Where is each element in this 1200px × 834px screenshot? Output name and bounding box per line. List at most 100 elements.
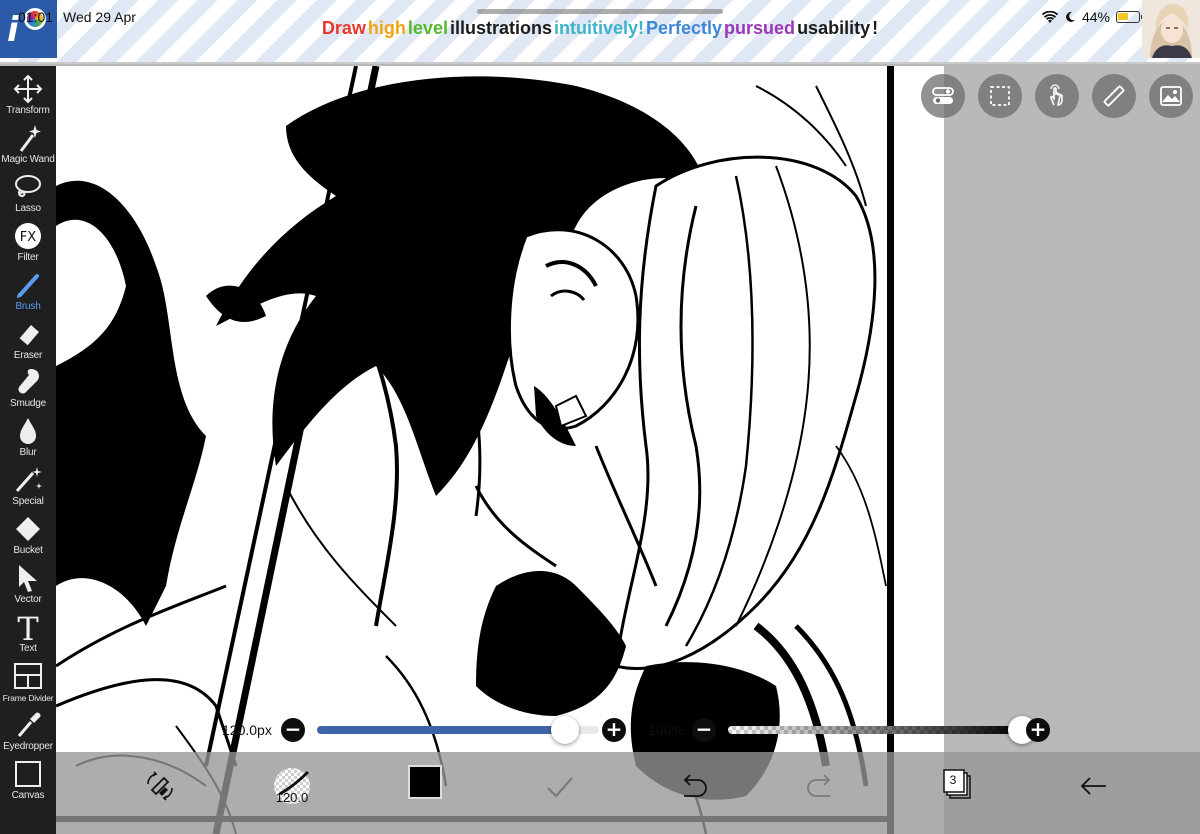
tool-blur[interactable]: Blur	[0, 414, 56, 463]
banner-slogan: Draw high level illustrations intuitively! Pe…	[0, 18, 1200, 39]
tool-label: Frame Divider	[2, 692, 54, 703]
tool-label: Special	[12, 496, 44, 508]
slogan-word: high	[367, 18, 406, 38]
layers-count: 3	[949, 773, 957, 787]
current-color-swatch[interactable]	[408, 765, 442, 799]
slogan-word: !	[872, 18, 879, 38]
tool-label: Blur	[19, 447, 37, 459]
size-decrease-button[interactable]: −	[281, 718, 305, 742]
moon-icon	[1066, 11, 1075, 22]
bucket-icon	[11, 514, 45, 544]
hand-touch-icon	[1050, 84, 1063, 106]
tool-text[interactable]: T Text	[0, 610, 56, 659]
canvas-outside-area	[944, 66, 1200, 752]
svg-text:T: T	[17, 612, 39, 642]
lasso-icon	[11, 172, 45, 202]
opacity-value: 100%	[648, 722, 684, 738]
toggle-icon	[932, 87, 954, 104]
tool-transform[interactable]: Transform	[0, 72, 56, 121]
smudge-icon	[11, 367, 45, 397]
move-arrows-icon	[11, 74, 45, 104]
home-indicator	[477, 9, 723, 14]
check-icon	[547, 777, 573, 798]
ibispaint-app: i 01:01 Wed 29 Apr Draw high level illustra…	[0, 0, 1200, 834]
undo-icon	[683, 774, 707, 797]
tool-label: Eyedropper	[3, 740, 53, 752]
tool-brush[interactable]: Brush	[0, 268, 56, 317]
canvas-icon	[11, 759, 45, 789]
slogan-word: usability	[797, 18, 871, 38]
selection-button[interactable]	[978, 74, 1022, 118]
droplet-icon	[11, 416, 45, 446]
tool-label: Vector	[14, 594, 42, 605]
tool-label: Eraser	[13, 349, 43, 361]
ruler-button[interactable]	[1092, 74, 1136, 118]
tool-label: Lasso	[15, 202, 41, 214]
tool-frame-divider[interactable]: Frame Divider	[0, 659, 56, 708]
tool-label: Brush	[15, 300, 41, 312]
tool-magic-wand[interactable]: Magic Wand	[0, 121, 56, 170]
opacity-increase-button[interactable]: +	[1026, 718, 1050, 742]
touch-button[interactable]	[1035, 74, 1079, 118]
back-button[interactable]	[1072, 764, 1116, 808]
slogan-word: intuitively!	[553, 18, 644, 38]
battery-percent: 44%	[1081, 9, 1110, 25]
material-button[interactable]	[1149, 74, 1193, 118]
tool-label: Canvas	[11, 789, 45, 801]
eyedropper-icon	[11, 710, 45, 740]
size-increase-button[interactable]: +	[602, 718, 626, 742]
brush-preview-button[interactable]: 120.0	[270, 764, 314, 808]
tool-label: Magic Wand	[1, 153, 55, 165]
image-icon	[1160, 86, 1182, 106]
brush-eraser-swap-icon	[147, 771, 173, 801]
fx-icon: FX	[11, 221, 45, 251]
cursor-arrow-icon	[11, 563, 45, 593]
tool-lasso[interactable]: Lasso	[0, 170, 56, 219]
slogan-word: Draw	[321, 18, 366, 38]
tool-bucket[interactable]: Bucket	[0, 512, 56, 561]
swap-brush-eraser-button[interactable]	[138, 764, 182, 808]
slogan-word: level	[407, 18, 448, 38]
brush-size-short: 120.0	[275, 790, 309, 805]
frame-divider-icon	[11, 661, 45, 691]
text-t-icon: T	[11, 610, 45, 648]
undo-button[interactable]	[670, 764, 714, 808]
ruler-icon	[1103, 85, 1125, 107]
brush-size-value: 120.0px	[222, 722, 272, 738]
slogan-word: illustrations	[449, 18, 552, 38]
slogan-word: pursued	[724, 18, 796, 38]
redo-button[interactable]	[800, 764, 844, 808]
tool-label: Filter	[17, 251, 39, 263]
confirm-button[interactable]	[538, 764, 582, 808]
ad-banner[interactable]: i 01:01 Wed 29 Apr Draw high level illustra…	[0, 0, 1200, 64]
tool-eyedropper[interactable]: Eyedropper	[0, 708, 56, 757]
size-slider-fill	[317, 726, 566, 734]
redo-icon	[807, 774, 831, 797]
layers-button[interactable]: 3	[938, 764, 982, 808]
tool-vector[interactable]: Vector	[0, 561, 56, 610]
tool-filter[interactable]: FX Filter	[0, 219, 56, 268]
tool-smudge[interactable]: Smudge	[0, 365, 56, 414]
opacity-slider-track[interactable]	[728, 726, 1022, 734]
back-arrow-icon	[1080, 777, 1106, 795]
opacity-decrease-button[interactable]: −	[692, 718, 716, 742]
dashed-selection-icon	[990, 86, 1010, 106]
bottom-toolbar: 120.0 3	[56, 752, 1200, 834]
wifi-icon	[1041, 10, 1058, 23]
toggle-panel-button[interactable]	[921, 74, 965, 118]
svg-text:FX: FX	[20, 230, 36, 245]
eraser-icon	[11, 319, 45, 349]
brush-sliders: 120.0px − + 100% − +	[56, 714, 1200, 748]
slogan-word: Perfectly	[646, 18, 723, 38]
brush-icon	[11, 270, 45, 300]
avatar	[1142, 0, 1200, 58]
battery-icon	[1116, 11, 1143, 23]
tool-eraser[interactable]: Eraser	[0, 317, 56, 366]
special-brush-icon	[11, 465, 45, 495]
tool-special[interactable]: Special	[0, 463, 56, 512]
tool-label: Transform	[6, 105, 50, 116]
tool-canvas[interactable]: Canvas	[0, 757, 56, 806]
tool-sidebar: Transform Magic Wand Lasso FX Filter Brush Era…	[0, 66, 56, 834]
tool-label: Smudge	[9, 398, 47, 410]
size-slider-thumb[interactable]	[551, 716, 580, 744]
